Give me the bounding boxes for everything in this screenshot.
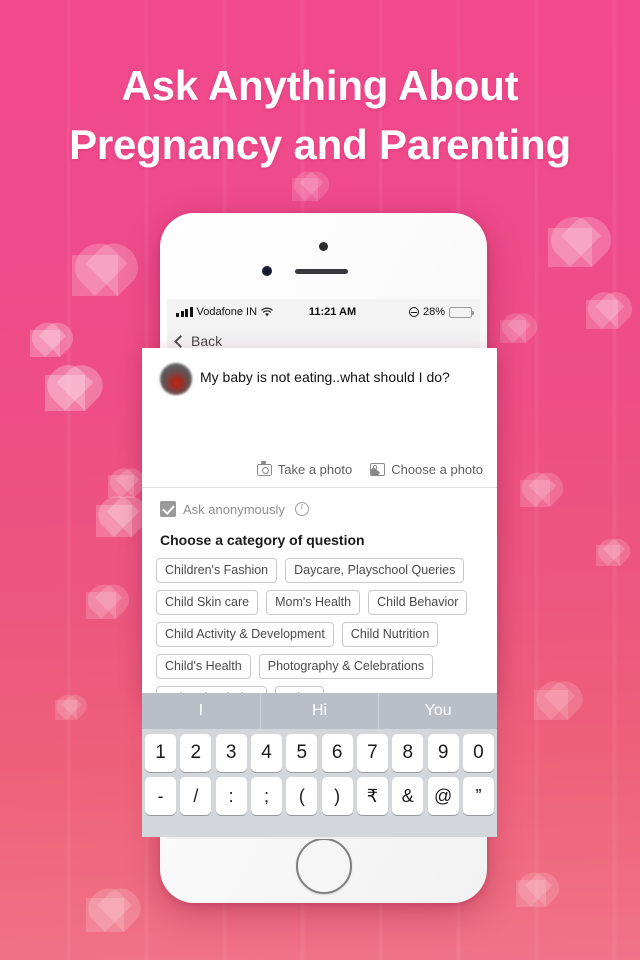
key[interactable]: / (180, 777, 212, 815)
choose-photo-label: Choose a photo (391, 462, 483, 477)
heart-icon (586, 300, 618, 329)
camera-icon (256, 461, 272, 476)
back-button[interactable]: Back (191, 333, 222, 349)
category-chip-list: Children's Fashion Daycare, Playschool Q… (156, 558, 486, 711)
key[interactable]: ) (321, 777, 353, 815)
heart-icon (86, 898, 124, 932)
wifi-icon (261, 307, 273, 317)
status-bar-left: Vodafone IN (167, 306, 285, 318)
key[interactable]: 6 (321, 734, 353, 772)
key[interactable]: 4 (250, 734, 282, 772)
key[interactable]: 0 (462, 734, 494, 772)
category-chip[interactable]: Child Nutrition (341, 622, 439, 647)
ask-anonymously-row[interactable]: Ask anonymously (160, 501, 309, 517)
page-title: Ask Anything About Pregnancy and Parenti… (69, 62, 571, 168)
heart-icon (30, 330, 60, 357)
key[interactable]: ( (286, 777, 318, 815)
question-input[interactable]: My baby is not eating..what should I do? (200, 368, 485, 387)
heart-icon (520, 480, 550, 507)
checkbox-checked-icon[interactable] (160, 501, 176, 517)
info-circle-icon[interactable] (294, 501, 309, 516)
key[interactable]: 5 (286, 734, 318, 772)
heart-icon (86, 592, 116, 619)
photo-library-icon (370, 463, 386, 476)
keyboard-symbol-row: - / : ; ( ) ₹ & @ ” (142, 772, 497, 815)
category-chip[interactable]: Child's Health (156, 654, 251, 679)
key[interactable]: ₹ (356, 777, 388, 815)
carrier-label: Vodafone IN (196, 306, 258, 318)
category-chip[interactable]: Children's Fashion (156, 558, 278, 583)
photo-actions: Take a photo Choose a photo (142, 461, 497, 477)
key[interactable]: 3 (215, 734, 247, 772)
key[interactable]: ” (462, 777, 494, 815)
location-services-icon (408, 307, 419, 317)
take-photo-button[interactable]: Take a photo (256, 461, 353, 477)
heart-icon (96, 505, 132, 537)
heart-icon (516, 880, 546, 907)
heart-icon (108, 475, 134, 498)
promo-screenshot: Ask Anything About Pregnancy and Parenti… (0, 0, 640, 960)
choose-photo-button[interactable]: Choose a photo (370, 462, 483, 477)
status-bar: Vodafone IN 11:21 AM 28% (167, 299, 480, 325)
battery-icon (449, 306, 474, 318)
heart-icon (596, 545, 620, 566)
suggestion-item[interactable]: You (378, 693, 497, 729)
key[interactable]: 9 (427, 734, 459, 772)
heart-icon (534, 690, 568, 720)
key[interactable]: @ (427, 777, 459, 815)
category-chip[interactable]: Child Behavior (368, 590, 468, 615)
key[interactable]: 8 (392, 734, 424, 772)
home-button[interactable] (295, 838, 352, 894)
key[interactable]: 2 (180, 734, 212, 772)
ask-anonymously-label: Ask anonymously (183, 501, 285, 517)
ask-question-panel: My baby is not eating..what should I do?… (142, 348, 497, 711)
category-section-title: Choose a category of question (160, 532, 365, 548)
suggestion-item[interactable]: Hi (259, 693, 379, 729)
battery-percent-label: 28% (422, 306, 445, 318)
heart-icon (55, 700, 77, 720)
keyboard-number-row: 1 2 3 4 5 6 7 8 9 0 (142, 729, 497, 772)
avatar (160, 363, 192, 395)
category-chip[interactable]: Daycare, Playschool Queries (285, 558, 465, 583)
take-photo-label: Take a photo (277, 462, 353, 477)
question-card: My baby is not eating..what should I do?… (142, 348, 497, 488)
front-camera-icon (262, 266, 272, 276)
heart-icon (292, 178, 318, 201)
onscreen-keyboard: I Hi You 1 2 3 4 5 6 7 8 9 0 - / : ; ( )… (142, 693, 497, 837)
key[interactable]: ; (250, 777, 282, 815)
category-chip[interactable]: Mom's Health (266, 590, 361, 615)
suggestion-item[interactable]: I (142, 693, 260, 729)
category-chip[interactable]: Photography & Celebrations (258, 654, 434, 679)
key[interactable]: & (392, 777, 424, 815)
proximity-sensor-icon (318, 242, 328, 251)
key[interactable]: 7 (356, 734, 388, 772)
suggestion-bar: I Hi You (142, 693, 497, 729)
heart-icon (548, 228, 592, 267)
key[interactable]: : (215, 777, 247, 815)
key[interactable]: - (145, 777, 176, 815)
signal-bars-icon (176, 307, 193, 317)
earpiece-speaker-icon (295, 269, 348, 274)
category-chip[interactable]: Child Skin care (156, 590, 259, 615)
clock-label: 11:21 AM (308, 306, 357, 318)
category-chip[interactable]: Child Activity & Development (156, 622, 334, 647)
chevron-left-icon[interactable] (174, 334, 187, 348)
key[interactable]: 1 (145, 734, 176, 772)
heart-icon (72, 255, 118, 296)
heart-icon (500, 320, 526, 343)
heart-icon (45, 375, 85, 411)
status-bar-right: 28% (380, 306, 480, 318)
